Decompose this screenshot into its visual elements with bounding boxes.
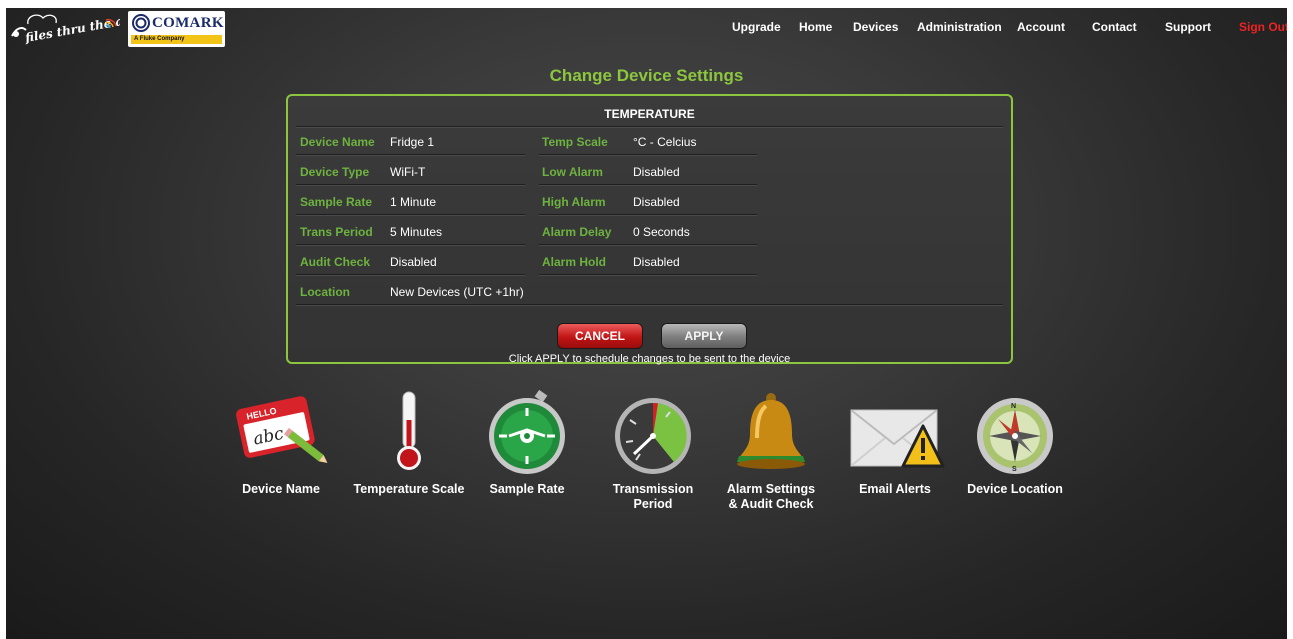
setting-label: Device Type (300, 165, 370, 179)
setting-row-low-alarm[interactable]: Low Alarm Disabled (539, 157, 757, 186)
row-divider (296, 184, 525, 186)
setting-label: Temp Scale (542, 135, 608, 149)
nav-devices[interactable]: Devices (853, 20, 898, 34)
nav-upgrade[interactable]: Upgrade (732, 20, 781, 34)
row-divider (296, 214, 525, 216)
dial-clock-icon (615, 398, 691, 474)
apply-button[interactable]: APPLY (661, 323, 747, 349)
setting-label: Device Name (300, 135, 375, 149)
setting-value: 0 Seconds (633, 225, 690, 239)
tile-device-name[interactable]: HELLO abc Device Name (216, 390, 346, 496)
setting-label: Sample Rate (300, 195, 373, 209)
setting-label: Trans Period (300, 225, 373, 239)
nav-contact[interactable]: Contact (1092, 20, 1137, 34)
setting-value: New Devices (UTC +1hr) (390, 285, 524, 299)
row-divider (296, 304, 1003, 306)
main-nav: Upgrade Home Devices Administration Acco… (6, 20, 1287, 36)
setting-value: Disabled (633, 255, 680, 269)
tile-label: Sample Rate (489, 482, 565, 496)
row-divider (539, 274, 757, 276)
comark-subtitle: A Fluke Company (131, 35, 222, 44)
setting-row-alarm-hold[interactable]: Alarm Hold Disabled (539, 247, 757, 276)
row-divider (539, 154, 757, 156)
tile-email-alerts[interactable]: Email Alerts (830, 390, 960, 496)
setting-value: WiFi-T (390, 165, 426, 179)
nav-administration[interactable]: Administration (917, 20, 1002, 34)
tile-label: Transmission Period (612, 482, 694, 511)
setting-value: Disabled (633, 165, 680, 179)
setting-label: Low Alarm (542, 165, 603, 179)
tile-label: Alarm Settings & Audit Check (726, 482, 816, 511)
row-divider (539, 184, 757, 186)
svg-text:N: N (1011, 403, 1016, 410)
tile-label: Device Name (242, 482, 320, 496)
svg-text:S: S (1012, 466, 1017, 473)
tile-label: Device Location (967, 482, 1063, 496)
tile-alarm-settings[interactable]: Alarm Settings & Audit Check (706, 390, 836, 511)
tile-device-location[interactable]: N S Device Location (950, 390, 1080, 496)
setting-value: Disabled (633, 195, 680, 209)
setting-row-location[interactable]: Location New Devices (UTC +1hr) (296, 277, 1003, 306)
nav-account[interactable]: Account (1017, 20, 1065, 34)
setting-label: Alarm Hold (542, 255, 607, 269)
tile-sample-rate[interactable]: Sample Rate (462, 390, 592, 496)
apply-hint: Click APPLY to schedule changes to be se… (508, 353, 791, 365)
setting-value: °C - Celcius (633, 135, 697, 149)
setting-value: 5 Minutes (390, 225, 443, 239)
tile-label: Email Alerts (859, 482, 931, 496)
setting-label: Location (300, 285, 350, 299)
envelope-warning-icon (850, 409, 945, 468)
setting-row-device-name[interactable]: Device Name Fridge 1 (296, 127, 525, 156)
setting-label: High Alarm (542, 195, 606, 209)
stopwatch-icon (489, 390, 565, 474)
tile-transmission-period[interactable]: Transmission Period (588, 390, 718, 511)
nav-home[interactable]: Home (799, 20, 832, 34)
setting-row-high-alarm[interactable]: High Alarm Disabled (539, 187, 757, 216)
tile-label: Temperature Scale (353, 482, 465, 496)
setting-row-device-type[interactable]: Device Type WiFi-T (296, 157, 525, 186)
bell-icon (737, 393, 805, 469)
section-heading: TEMPERATURE (604, 107, 695, 121)
tile-temperature-scale[interactable]: Temperature Scale (344, 390, 474, 496)
setting-row-audit-check[interactable]: Audit Check Disabled (296, 247, 525, 276)
compass-icon: N S (977, 398, 1053, 474)
cancel-button[interactable]: CANCEL (557, 323, 643, 349)
row-divider (539, 244, 757, 246)
setting-value: 1 Minute (390, 195, 437, 209)
setting-row-alarm-delay[interactable]: Alarm Delay 0 Seconds (539, 217, 757, 246)
top-bar: files thru the air COMARK A Fluke Compan… (6, 8, 1287, 50)
thermometer-icon (397, 391, 421, 470)
nav-sign-out[interactable]: Sign Out (1239, 20, 1287, 34)
setting-value: Disabled (390, 255, 437, 269)
row-divider (296, 274, 525, 276)
row-divider (539, 214, 757, 216)
row-divider (296, 154, 525, 156)
setting-row-temp-scale[interactable]: Temp Scale °C - Celcius (539, 127, 757, 156)
row-divider (296, 244, 525, 246)
nav-support[interactable]: Support (1165, 20, 1211, 34)
name-tag-icon: HELLO abc (236, 396, 328, 464)
setting-row-sample-rate[interactable]: Sample Rate 1 Minute (296, 187, 525, 216)
device-settings-panel: TEMPERATURE Device Name Fridge 1 Device … (286, 94, 1013, 365)
setting-label: Audit Check (300, 255, 371, 269)
page-title: Change Device Settings (549, 66, 744, 85)
app-frame: files thru the air COMARK A Fluke Compan… (6, 8, 1287, 639)
setting-row-trans-period[interactable]: Trans Period 5 Minutes (296, 217, 525, 246)
setting-label: Alarm Delay (542, 225, 612, 239)
setting-value: Fridge 1 (390, 135, 435, 149)
